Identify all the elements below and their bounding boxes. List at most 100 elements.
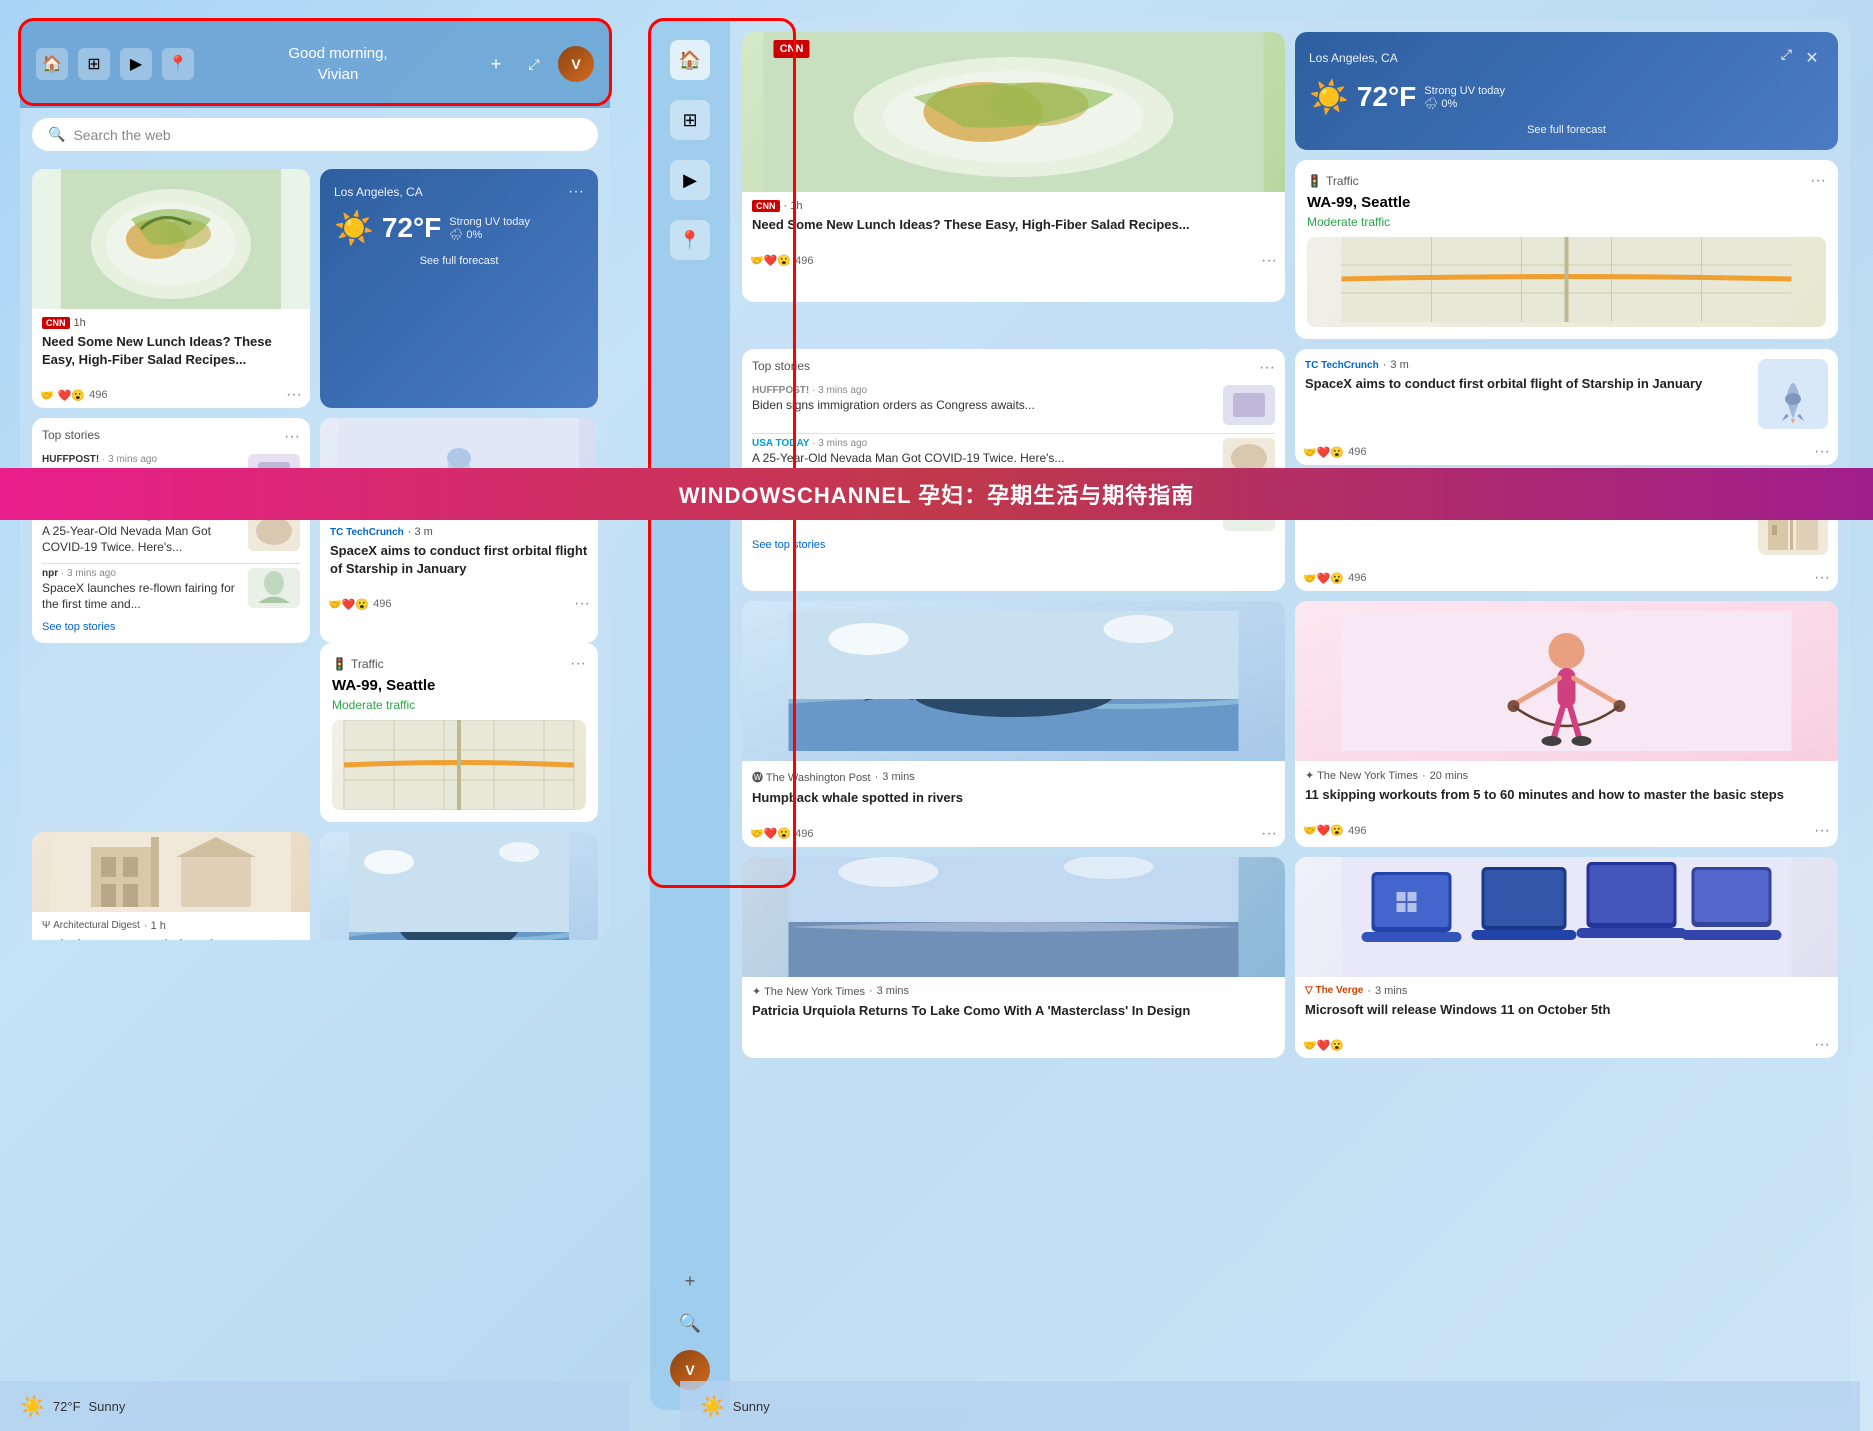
right-main-content: CNN CNN · 1h Need Some New Lunch Ideas? … bbox=[730, 20, 1850, 1080]
traffic-more-button[interactable]: ··· bbox=[570, 655, 586, 673]
status-weather-right: Sunny bbox=[733, 1399, 770, 1414]
traffic-title: 🚦 Traffic bbox=[332, 657, 384, 671]
weather-more-button[interactable]: ··· bbox=[568, 183, 584, 201]
sidebar-add-button[interactable]: + bbox=[675, 1266, 705, 1296]
right-weather-link[interactable]: See full forecast bbox=[1309, 124, 1824, 136]
grid-icon[interactable]: ⊞ bbox=[78, 48, 110, 80]
left-content-grid: CNN 1h Need Some New Lunch Ideas? These … bbox=[20, 161, 610, 940]
verge-image bbox=[1295, 857, 1838, 977]
greeting-text: Good morning, Vivian bbox=[206, 43, 470, 85]
promotional-banner[interactable]: WINDOWSCHANNEL 孕妇：孕期生活与期待指南 bbox=[0, 468, 1873, 520]
banner-text: WINDOWSCHANNEL 孕妇：孕期生活与期待指南 bbox=[679, 478, 1194, 510]
right-cnn-body: CNN · 1h Need Some New Lunch Ideas? Thes… bbox=[742, 192, 1285, 248]
verge-body: ▽ The Verge · 3 mins Microsoft will rele… bbox=[1295, 977, 1838, 1033]
right-panel: 🏠 ⊞ ▶ 📍 + 🔍 V bbox=[650, 20, 1850, 1410]
right-nyt-more[interactable]: ··· bbox=[1814, 822, 1830, 840]
right-traffic-map bbox=[1307, 237, 1826, 327]
add-button[interactable]: + bbox=[482, 50, 510, 78]
right-story-huffpost[interactable]: HUFFPOST! · 3 mins ago Biden signs immig… bbox=[752, 385, 1275, 425]
sidebar-search-button[interactable]: 🔍 bbox=[675, 1308, 705, 1338]
arch-source: Ψ Architectural Digest · 1 h bbox=[42, 920, 300, 932]
architectural-card[interactable]: Ψ Architectural Digest · 1 h Rafael Mone… bbox=[32, 832, 310, 940]
avatar[interactable]: V bbox=[558, 46, 594, 82]
traffic-status: Moderate traffic bbox=[332, 698, 586, 712]
right-nyt-card[interactable]: ✦ The New York Times · 20 mins 11 skippi… bbox=[1295, 601, 1838, 847]
location-icon[interactable]: 📍 bbox=[162, 48, 194, 80]
right-arch-more[interactable]: ··· bbox=[1814, 569, 1830, 587]
search-bar[interactable]: 🔍 Search the web bbox=[32, 118, 598, 151]
right-cnn-source: CNN · 1h bbox=[752, 200, 1275, 212]
right-see-top-stories[interactable]: See top stories bbox=[752, 539, 1275, 551]
top-stories-label: Top stories bbox=[42, 428, 100, 446]
weather-detail: Strong UV today 🌧 0% bbox=[449, 216, 530, 241]
status-temp-left: 72°F bbox=[53, 1399, 81, 1414]
cnn-food-card[interactable]: CNN 1h Need Some New Lunch Ideas? These … bbox=[32, 169, 310, 408]
right-whale-image bbox=[742, 601, 1285, 761]
verge-card[interactable]: ▽ The Verge · 3 mins Microsoft will rele… bbox=[1295, 857, 1838, 1059]
cnn-food-image bbox=[32, 169, 310, 309]
sidebar-home-icon[interactable]: 🏠 bbox=[670, 40, 710, 80]
huffpost-source: HUFFPOST! · 3 mins ago bbox=[42, 454, 240, 465]
right-nyt-image bbox=[1295, 601, 1838, 761]
status-sun-icon-right: ☀️ bbox=[700, 1394, 725, 1419]
sidebar-video-icon[interactable]: ▶ bbox=[670, 160, 710, 200]
weather-expand[interactable]: ⤢ bbox=[1781, 46, 1792, 70]
video-icon[interactable]: ▶ bbox=[120, 48, 152, 80]
right-top-stories-header: Top stories ··· bbox=[752, 359, 1275, 377]
reaction-row: 🤝 ❤️😮 496 bbox=[40, 389, 107, 402]
top-stories-header: Top stories ··· bbox=[42, 428, 300, 446]
traffic-map bbox=[332, 720, 586, 810]
right-cnn-footer: 🤝❤️😮 496 ··· bbox=[742, 248, 1285, 274]
right-top-stories-more[interactable]: ··· bbox=[1259, 359, 1275, 377]
whale-card[interactable]: 🅦 The Washington Post · 3 mins Humpback … bbox=[320, 832, 598, 940]
more-options-button[interactable]: ··· bbox=[286, 386, 302, 404]
right-whale-body: 🅦 The Washington Post · 3 mins Humpback … bbox=[742, 761, 1285, 821]
right-traffic-card[interactable]: 🚦 Traffic ··· WA-99, Seattle Moderate tr… bbox=[1295, 160, 1838, 339]
tc-more-button[interactable]: ··· bbox=[574, 595, 590, 613]
sidebar-location-icon[interactable]: 📍 bbox=[670, 220, 710, 260]
weather-card[interactable]: Los Angeles, CA ··· ☀️ 72°F Strong UV to… bbox=[320, 169, 598, 408]
status-weather-left: Sunny bbox=[89, 1399, 126, 1414]
right-techcrunch-card[interactable]: TC TechCrunch · 3 m SpaceX aims to condu… bbox=[1295, 349, 1838, 465]
right-whale-more[interactable]: ··· bbox=[1261, 825, 1277, 843]
right-weather-column: Los Angeles, CA ⤢ ✕ ☀️ 72°F Strong UV to… bbox=[1295, 32, 1838, 339]
patricia-body: ✦ The New York Times · 3 mins Patricia U… bbox=[742, 977, 1285, 1034]
status-sun-icon-left: ☀️ bbox=[20, 1394, 45, 1419]
right-traffic-more[interactable]: ··· bbox=[1810, 172, 1826, 190]
techcrunch-card[interactable]: TC TechCrunch · 3 m SpaceX aims to condu… bbox=[320, 418, 598, 643]
top-stories-more[interactable]: ··· bbox=[284, 428, 300, 446]
weather-close[interactable]: ✕ bbox=[1800, 46, 1824, 70]
right-nyt-body: ✦ The New York Times · 20 mins 11 skippi… bbox=[1295, 761, 1838, 818]
traffic-card[interactable]: 🚦 Traffic ··· WA-99, Seattle Moderate tr… bbox=[320, 643, 598, 822]
right-tc-more[interactable]: ··· bbox=[1814, 443, 1830, 461]
arch-body: Ψ Architectural Digest · 1 h Rafael Mone… bbox=[32, 912, 310, 940]
right-weather-sun-icon: ☀️ bbox=[1309, 78, 1349, 116]
right-whale-card[interactable]: 🅦 The Washington Post · 3 mins Humpback … bbox=[742, 601, 1285, 847]
weather-forecast-link[interactable]: See full forecast bbox=[334, 255, 584, 267]
top-stories-card: Top stories ··· HUFFPOST! · 3 mins ago B… bbox=[32, 418, 310, 643]
weather-main: ☀️ 72°F Strong UV today 🌧 0% bbox=[334, 209, 584, 247]
patricia-card[interactable]: ✦ The New York Times · 3 mins Patricia U… bbox=[742, 857, 1285, 1059]
right-weather-main: ☀️ 72°F Strong UV today 🌧 0% bbox=[1309, 78, 1824, 116]
techcrunch-body: TC TechCrunch · 3 m SpaceX aims to condu… bbox=[320, 518, 598, 591]
npr-title: SpaceX launches re-flown fairing for the… bbox=[42, 581, 240, 612]
sidebar-grid-icon[interactable]: ⊞ bbox=[670, 100, 710, 140]
see-top-stories-link[interactable]: See top stories bbox=[42, 621, 300, 633]
verge-more[interactable]: ··· bbox=[1814, 1036, 1830, 1054]
usatoday-title: A 25-Year-Old Nevada Man Got COVID-19 Tw… bbox=[42, 524, 240, 555]
weather-sun-icon: ☀️ bbox=[334, 209, 374, 247]
search-icon: 🔍 bbox=[48, 126, 65, 143]
tc-badge: TC TechCrunch bbox=[330, 527, 404, 538]
right-cnn-more[interactable]: ··· bbox=[1261, 252, 1277, 270]
story-npr[interactable]: npr · 3 mins ago SpaceX launches re-flow… bbox=[42, 568, 300, 612]
expand-button[interactable]: ⤢ bbox=[520, 50, 548, 78]
emoji-reactions: ❤️😮 bbox=[58, 389, 85, 402]
home-icon[interactable]: 🏠 bbox=[36, 48, 68, 80]
search-placeholder: Search the web bbox=[73, 127, 170, 143]
npr-source: npr · 3 mins ago bbox=[42, 568, 240, 579]
right-cnn-feature[interactable]: CNN CNN · 1h Need Some New Lunch Ideas? … bbox=[742, 32, 1285, 302]
right-weather-card[interactable]: Los Angeles, CA ⤢ ✕ ☀️ 72°F Strong UV to… bbox=[1295, 32, 1838, 150]
header-bar: 🏠 ⊞ ▶ 📍 Good morning, Vivian + ⤢ V bbox=[20, 20, 610, 108]
whale-image bbox=[320, 832, 598, 940]
right-cnn-title: Need Some New Lunch Ideas? These Easy, H… bbox=[752, 216, 1275, 234]
